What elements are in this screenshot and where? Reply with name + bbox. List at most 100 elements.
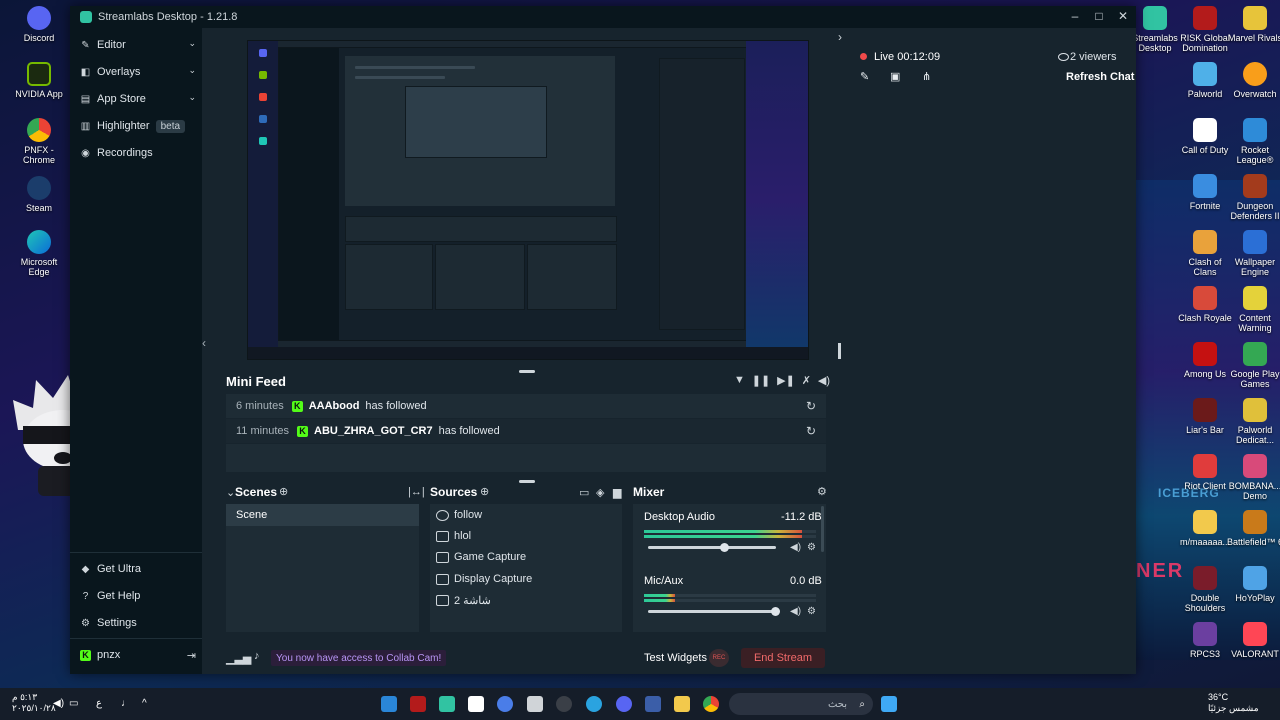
- network-icon[interactable]: ▭: [69, 698, 78, 709]
- source-item[interactable]: hlol: [436, 527, 471, 545]
- desktop-icon-palworld-dedicated[interactable]: Palworld Dedicat...: [1226, 398, 1280, 445]
- desktop-icon-steam[interactable]: Steam: [10, 176, 68, 213]
- telegram-icon[interactable]: [586, 696, 602, 712]
- sidebar-item-highlighter[interactable]: ▥ Highlighter beta: [80, 115, 196, 137]
- add-scene-icon[interactable]: ⊕: [279, 485, 288, 498]
- minimize-button[interactable]: –: [1070, 9, 1080, 23]
- source-item[interactable]: شاشة 2: [436, 591, 491, 609]
- chrome-icon[interactable]: [703, 696, 719, 712]
- repeat-alert-icon[interactable]: ↻: [806, 399, 816, 413]
- resize-handle[interactable]: [519, 480, 535, 483]
- add-source-icon[interactable]: ⊕: [480, 485, 489, 498]
- pause-icon[interactable]: ❚❚: [752, 374, 770, 387]
- scene-transition-icon[interactable]: |↔|: [408, 486, 425, 498]
- stats-chart-icon[interactable]: ▁▃▅: [226, 652, 251, 665]
- sidebar-item-settings[interactable]: ⚙ Settings: [80, 612, 196, 634]
- test-widgets-button[interactable]: Test Widgets: [644, 652, 707, 664]
- desktop-icon-edge[interactable]: Microsoft Edge: [10, 230, 68, 277]
- sidebar-item-overlays[interactable]: ◧ Overlays ⌄: [80, 61, 196, 83]
- gear-icon[interactable]: ⚙: [807, 606, 816, 617]
- taskbar-app-icon[interactable]: [410, 696, 426, 712]
- notification-bell-icon[interactable]: ♪: [254, 650, 260, 662]
- desktop-icon-nvidia[interactable]: NVIDIA App: [10, 62, 68, 99]
- windows-start-icon[interactable]: [881, 696, 897, 712]
- chevron-down-icon[interactable]: ⌄: [188, 65, 196, 76]
- chevron-down-icon[interactable]: ⌄: [188, 38, 196, 49]
- taskbar-search[interactable]: بحث ⌕: [729, 693, 873, 715]
- source-lock-icon[interactable]: ◈: [596, 486, 604, 499]
- skip-icon[interactable]: ▶❚: [777, 374, 795, 387]
- taskbar-app-icon[interactable]: [468, 696, 484, 712]
- desktop-icon-hoyoplay[interactable]: HoYoPlay: [1226, 566, 1280, 603]
- chevron-up-icon[interactable]: ^: [142, 698, 147, 709]
- volume-slider[interactable]: [648, 546, 776, 549]
- taskbar-app-icon[interactable]: [556, 696, 572, 712]
- source-item[interactable]: Display Capture: [436, 570, 532, 588]
- logout-icon[interactable]: ⇥: [187, 649, 196, 662]
- live-status: Live 00:12:09: [874, 51, 940, 63]
- store-icon[interactable]: [645, 696, 661, 712]
- mixer-scrollbar[interactable]: [821, 506, 824, 552]
- source-folder-icon[interactable]: ▭: [579, 486, 589, 499]
- desktop-icon-overwatch[interactable]: Overwatch: [1226, 62, 1280, 99]
- sidebar-item-recordings[interactable]: ◉ Recordings: [80, 142, 196, 164]
- sidebar-item-editor[interactable]: ✎ Editor ⌄: [80, 34, 196, 56]
- record-button[interactable]: REC: [709, 649, 729, 667]
- mute-icon[interactable]: ◀): [790, 542, 801, 553]
- collapse-sidebar-arrow[interactable]: ‹: [202, 336, 206, 350]
- gear-icon[interactable]: ⚙: [817, 485, 827, 498]
- desktop-icon-battlefield[interactable]: Battlefield™ 6: [1226, 510, 1280, 547]
- sidebar-item-app-store[interactable]: ▤ App Store ⌄: [80, 88, 196, 110]
- chevron-down-icon[interactable]: ⌄: [188, 92, 196, 103]
- source-item[interactable]: Game Capture: [436, 548, 526, 566]
- volume-icon[interactable]: ◀): [53, 698, 64, 709]
- desktop-icon-content-warning[interactable]: Content Warning: [1226, 286, 1280, 333]
- repeat-alert-icon[interactable]: ↻: [806, 424, 816, 438]
- sidebar-item-get-help[interactable]: ? Get Help: [80, 585, 196, 607]
- desktop-icon-bombana[interactable]: BOMBANA... Demo: [1226, 454, 1280, 501]
- video-icon[interactable]: ▣: [890, 70, 900, 83]
- taskbar-app-icon[interactable]: [527, 696, 543, 712]
- add-folder-icon[interactable]: ▆: [613, 486, 621, 499]
- taskbar-clock[interactable]: ٥:١٣ م ٢٠٢٥/١٠/٢٨: [12, 692, 56, 714]
- taskbar-streamlabs-icon[interactable]: [439, 696, 455, 712]
- source-item[interactable]: follow: [436, 506, 482, 524]
- share-icon[interactable]: ⋔: [922, 70, 931, 83]
- folder-icon[interactable]: [674, 696, 690, 712]
- language-indicator[interactable]: ع: [96, 698, 102, 709]
- end-stream-button[interactable]: End Stream: [741, 648, 825, 668]
- filter-icon[interactable]: ▼: [734, 374, 745, 387]
- desktop-icon-marvel-rivals[interactable]: Marvel Rivals: [1226, 6, 1280, 43]
- user-account[interactable]: K pnzx ⇥: [80, 646, 196, 664]
- chevron-right-icon[interactable]: ›: [838, 30, 842, 44]
- edit-icon[interactable]: ✎: [860, 70, 869, 83]
- taskbar-app-icon[interactable]: [497, 696, 513, 712]
- mute-alerts-icon[interactable]: ✗: [802, 374, 811, 387]
- collapse-scenes-icon[interactable]: ⌄: [226, 486, 235, 499]
- desktop-icon-chrome[interactable]: PNFX - Chrome: [10, 118, 68, 165]
- taskbar-app-icon[interactable]: [381, 696, 397, 712]
- desktop-icon-valorant[interactable]: VALORANT: [1226, 622, 1280, 659]
- volume-slider-knob[interactable]: [719, 543, 729, 552]
- scene-item-selected[interactable]: Scene: [226, 504, 419, 526]
- weather-widget[interactable]: 36°C مشمس جزئيًا: [1208, 692, 1259, 714]
- sidebar-item-get-ultra[interactable]: ◆ Get Ultra: [80, 558, 196, 580]
- desktop-icon-rocket-league[interactable]: Rocket League®: [1226, 118, 1280, 165]
- collab-cam-notice[interactable]: You now have access to Collab Cam!: [271, 650, 447, 666]
- mute-icon[interactable]: ◀): [790, 606, 801, 617]
- desktop-icon-discord[interactable]: Discord: [10, 6, 68, 43]
- volume-slider[interactable]: [648, 610, 776, 613]
- volume-icon[interactable]: ◀): [818, 374, 830, 387]
- desktop-icon-wallpaper-engine[interactable]: Wallpaper Engine: [1226, 230, 1280, 277]
- desktop-icon-dungeon-defenders[interactable]: Dungeon Defenders II: [1226, 174, 1280, 221]
- resize-handle[interactable]: [519, 370, 535, 373]
- refresh-chat-button[interactable]: Refresh Chat: [1066, 71, 1134, 83]
- microphone-icon[interactable]: ♩: [121, 698, 131, 709]
- chat-resize-handle[interactable]: [838, 343, 841, 359]
- volume-slider-knob[interactable]: [771, 607, 780, 616]
- gear-icon[interactable]: ⚙: [807, 542, 816, 553]
- desktop-icon-google-play-games[interactable]: Google Play Games: [1226, 342, 1280, 389]
- discord-icon[interactable]: [616, 696, 632, 712]
- close-button[interactable]: ✕: [1118, 9, 1128, 23]
- maximize-button[interactable]: □: [1094, 9, 1104, 23]
